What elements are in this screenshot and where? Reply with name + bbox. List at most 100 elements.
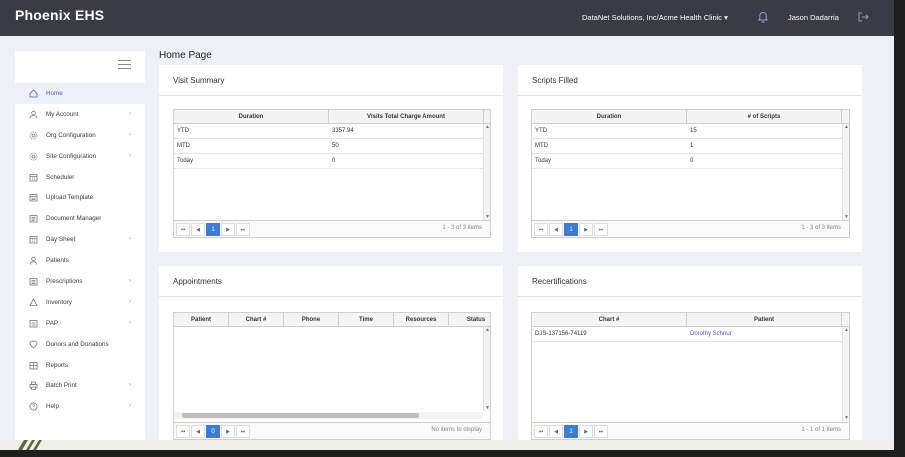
column-header[interactable]: Resources	[394, 313, 449, 327]
sidebar-item-inventory[interactable]: Inventory ›	[15, 292, 145, 313]
column-header[interactable]: Phone	[284, 313, 339, 327]
sidebar-nav: Home My Account › Org Configuration › Site Co…	[15, 83, 145, 417]
horizontal-scroll-thumb[interactable]	[182, 413, 419, 418]
sidebar-item-reports[interactable]: Reports	[15, 355, 145, 376]
calendar-icon	[29, 173, 38, 181]
logout-icon[interactable]	[857, 11, 869, 23]
column-header[interactable]: Status	[449, 313, 490, 327]
table-row[interactable]: MTD 1	[532, 139, 842, 154]
current-page-button[interactable]: 1	[564, 223, 578, 236]
table-row[interactable]: DJS-137156-74119 Dorothy Schnur	[532, 327, 842, 342]
sidebar-item-org-configuration[interactable]: Org Configuration ›	[15, 125, 145, 146]
vertical-scrollbar[interactable]: ▲ ▼	[842, 327, 849, 421]
table-cell: DJS-137156-74119	[535, 331, 587, 337]
brand-logo[interactable]: Phoenix EHS	[15, 7, 104, 23]
column-header[interactable]: Visits Total Charge Amount	[329, 110, 484, 124]
sidebar-item-home[interactable]: Home	[15, 83, 145, 104]
scroll-up-icon[interactable]: ▲	[485, 124, 490, 130]
vertical-scrollbar[interactable]: ▲ ▼	[483, 327, 490, 411]
prev-page-icon[interactable]: ◀	[549, 223, 563, 236]
table-cell: 1	[690, 143, 694, 149]
column-header[interactable]: Time	[339, 313, 394, 327]
user-name[interactable]: Jason Dadarria	[788, 13, 839, 22]
table-row[interactable]: MTD 50	[174, 139, 484, 154]
scripts-filled-grid: Duration # of Scripts YTD 15 MTD 1 Today…	[531, 109, 850, 238]
sidebar-item-label: Upload Template	[46, 194, 94, 202]
clinic-selector[interactable]: DataNet Solutions, Inc/Acme Health Clini…	[582, 13, 728, 22]
visit-summary-grid: Duration Visits Total Charge Amount YTD …	[173, 109, 491, 238]
first-page-icon[interactable]: ⏮	[176, 223, 190, 236]
column-header[interactable]: Duration	[532, 110, 687, 124]
user-icon	[29, 110, 38, 119]
pager: ⏮ ◀ 1 ▶ ⏭ 1 - 3 of 3 items	[174, 220, 490, 237]
last-page-icon[interactable]: ⏭	[594, 425, 608, 438]
last-page-icon[interactable]: ⏭	[236, 425, 250, 438]
first-page-icon[interactable]: ⏮	[534, 425, 548, 438]
sidebar-item-batch-print[interactable]: Batch Print ›	[15, 375, 145, 396]
scroll-up-icon[interactable]: ▲	[844, 124, 849, 130]
prescription-icon	[29, 278, 38, 286]
pager: ⏮ ◀ 1 ▶ ⏭ 1 - 1 of 1 items	[532, 422, 849, 439]
table-row[interactable]: YTD 3357.94	[174, 124, 484, 139]
sidebar-item-site-configuration[interactable]: Site Configuration ›	[15, 146, 145, 167]
prev-page-icon[interactable]: ◀	[191, 425, 205, 438]
sidebar-item-help[interactable]: Help ›	[15, 396, 145, 417]
next-page-icon[interactable]: ▶	[221, 223, 235, 236]
hamburger-menu-icon[interactable]	[118, 60, 131, 69]
next-page-icon[interactable]: ▶	[579, 223, 593, 236]
sidebar-item-day-sheet[interactable]: Day Sheet ›	[15, 229, 145, 250]
card-title: Appointments	[173, 277, 222, 286]
decorative-stripes	[18, 440, 42, 450]
column-header[interactable]: Patient	[174, 313, 229, 327]
pap-icon	[29, 319, 38, 328]
gear-icon	[29, 152, 38, 161]
sidebar-item-label: Help	[46, 403, 59, 411]
horizontal-scrollbar[interactable]	[174, 412, 483, 419]
sidebar-item-pap[interactable]: PAP ›	[15, 313, 145, 334]
sidebar-item-label: Batch Print	[46, 382, 77, 390]
sidebar-item-scheduler[interactable]: Scheduler	[15, 167, 145, 188]
last-page-icon[interactable]: ⏭	[236, 223, 250, 236]
current-page-button[interactable]: 1	[206, 223, 220, 236]
sidebar-item-patients[interactable]: Patients	[15, 250, 145, 271]
scroll-up-icon[interactable]: ▲	[844, 327, 849, 333]
scroll-up-icon[interactable]: ▲	[485, 327, 490, 333]
table-row[interactable]: Today 0	[174, 154, 484, 169]
page-title: Home Page	[159, 50, 212, 61]
table-row[interactable]: Today 0	[532, 154, 842, 169]
column-header[interactable]: Patient	[687, 313, 842, 327]
prev-page-icon[interactable]: ◀	[191, 223, 205, 236]
prev-page-icon[interactable]: ◀	[549, 425, 563, 438]
clinic-label: DataNet Solutions, Inc/Acme Health Clini…	[582, 13, 723, 22]
vertical-scrollbar[interactable]: ▲ ▼	[483, 124, 490, 220]
column-header[interactable]: # of Scripts	[687, 110, 842, 124]
sidebar-item-prescriptions[interactable]: Prescriptions ›	[15, 271, 145, 292]
table-cell: MTD	[177, 143, 190, 149]
sidebar-item-document-manager[interactable]: Document Manager	[15, 208, 145, 229]
next-page-icon[interactable]: ▶	[579, 425, 593, 438]
last-page-icon[interactable]: ⏭	[594, 223, 608, 236]
column-header[interactable]: Duration	[174, 110, 329, 124]
first-page-icon[interactable]: ⏮	[534, 223, 548, 236]
sidebar-item-my-account[interactable]: My Account ›	[15, 104, 145, 125]
scroll-down-icon[interactable]: ▼	[844, 415, 849, 421]
sidebar-item-upload-template[interactable]: Upload Template	[15, 187, 145, 208]
column-header[interactable]: Chart #	[532, 313, 687, 327]
current-page-button[interactable]: 0	[206, 425, 220, 438]
grid-header: Duration # of Scripts	[532, 110, 849, 124]
divider	[159, 296, 503, 297]
bell-icon[interactable]	[757, 11, 769, 23]
first-page-icon[interactable]: ⏮	[176, 425, 190, 438]
current-page-button[interactable]: 1	[564, 425, 578, 438]
card-title: Visit Summary	[173, 76, 225, 85]
pager-info: No items to display	[431, 427, 482, 433]
patient-link[interactable]: Dorothy Schnur	[687, 327, 842, 341]
appointments-card: Appointments Patient Chart # Phone Time …	[159, 266, 503, 446]
table-row[interactable]: YTD 15	[532, 124, 842, 139]
vertical-scrollbar[interactable]: ▲ ▼	[842, 124, 849, 220]
sidebar-item-donors-and-donations[interactable]: Donors and Donations	[15, 334, 145, 355]
scroll-down-icon[interactable]: ▼	[485, 405, 490, 411]
column-header[interactable]: Chart #	[229, 313, 284, 327]
table-cell: 0	[332, 158, 336, 164]
next-page-icon[interactable]: ▶	[221, 425, 235, 438]
